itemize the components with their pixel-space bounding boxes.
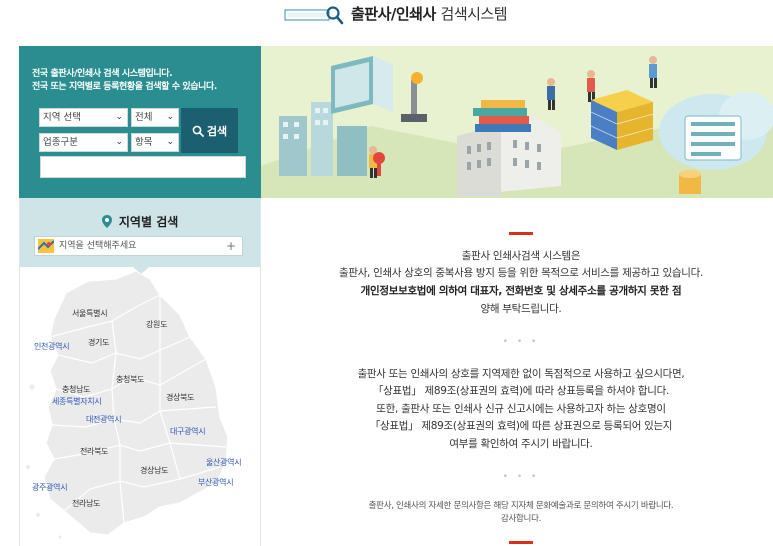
hero-illustration	[261, 46, 773, 198]
site-header: 출판사/인쇄사 검색시스템	[0, 0, 773, 46]
search-button[interactable]: 검색	[181, 108, 238, 153]
location-pin-icon	[101, 215, 112, 228]
notice-para2-line1: 출판사 또는 인쇄사의 상호를 지역제한 없이 독점적으로 사용하고 싶으시다면…	[357, 368, 685, 380]
map-label-chungnam[interactable]: 충청남도	[62, 384, 91, 395]
notice-para3-line2: 감사합니다.	[500, 514, 541, 524]
notice-para1-line1: 출판사 인쇄사검색 시스템은	[461, 250, 581, 262]
site-title: 출판사/인쇄사 검색시스템	[351, 3, 508, 24]
region-search-header: 지역별 검색 지역을 선택해주세요 +	[20, 198, 260, 267]
intro-line-2: 전국 또는 지역별로 등록현황을 검색할 수 있습니다.	[32, 82, 217, 92]
notice-accent-bar-top	[509, 232, 533, 235]
region-search-title-text: 지역별 검색	[118, 215, 179, 229]
field-select[interactable]: 항목 ⌄	[131, 133, 179, 152]
map-label-busan[interactable]: 부산광역시	[198, 477, 234, 488]
map-label-gangwon[interactable]: 강원도	[146, 319, 167, 330]
map-label-jeonbuk[interactable]: 전라북도	[80, 446, 109, 457]
map-label-gyeonggi[interactable]: 경기도	[88, 337, 109, 348]
map-label-jeonnam[interactable]: 전라남도	[72, 498, 101, 509]
city-books-illustration	[261, 46, 773, 198]
site-title-bold: 출판사/인쇄사	[351, 5, 436, 23]
chevron-down-icon: ⌄	[115, 137, 123, 147]
notice-para2-line3: 또한, 출판사 또는 인쇄사 신규 신고시에는 사용하고자 하는 상호명이	[376, 403, 666, 415]
notice-para1-line3: 개인정보보호법에 의하여 대표자, 전화번호 및 상세주소를 공개하지 못한 점	[286, 283, 756, 299]
region-select[interactable]: 지역 선택 ⌄	[39, 108, 128, 127]
business-type-select[interactable]: 업종구분 ⌄	[39, 133, 128, 152]
notice-para2-line2: 「상표법」 제89조(상표권의 효력)에 따라 상표등록을 하셔야 합니다.	[372, 385, 670, 397]
map-label-daegu[interactable]: 대구광역시	[170, 426, 206, 437]
notice-para1-line2: 출판사, 인쇄사 상호의 중복사용 방지 등을 위한 목적으로 서비스를 제공하…	[338, 267, 704, 279]
notice-para1-line3-bold: 개인정보보호법에 의하여 대표자, 전화번호 및 상세주소를 공개하지 못한 점	[360, 285, 682, 297]
business-type-select-value: 업종구분	[43, 137, 78, 148]
search-button-label: 검색	[206, 125, 228, 138]
region-search-panel: 지역별 검색 지역을 선택해주세요 + 서울특별시 강원도 인천광역시 경기도 …	[19, 198, 261, 546]
page: 출판사/인쇄사 검색시스템 전국 출판사/인쇄사 검색 시스템입니다. 전국 또…	[0, 0, 773, 546]
region-select-value: 지역 선택	[43, 112, 81, 123]
map-label-gyeongnam[interactable]: 경상남도	[140, 465, 169, 476]
map-label-gwangju[interactable]: 광주광역시	[32, 482, 68, 493]
chevron-down-icon: ⌄	[115, 112, 123, 122]
notice-accent-bar-bottom	[509, 541, 533, 544]
scope-select-value: 전체	[135, 112, 153, 123]
keyword-input[interactable]	[40, 156, 246, 178]
map-label-seoul[interactable]: 서울특별시	[72, 308, 108, 319]
region-dropdown-placeholder: 지역을 선택해주세요	[59, 241, 137, 251]
search-logo-icon	[284, 6, 344, 25]
map-label-chungbuk[interactable]: 충청북도	[116, 374, 145, 385]
notice-para1-line4: 양해 부탁드립니다.	[480, 303, 562, 315]
region-search-title: 지역별 검색	[20, 213, 260, 230]
map-icon	[38, 239, 54, 253]
map-label-sejong[interactable]: 세종특별자치시	[52, 396, 102, 407]
map-label-ulsan[interactable]: 울산광역시	[206, 457, 242, 468]
field-select-value: 항목	[135, 137, 153, 148]
divider-dots-1: • • •	[502, 337, 540, 347]
map-label-daejeon[interactable]: 대전광역시	[86, 414, 122, 425]
site-title-rest: 검색시스템	[440, 5, 508, 23]
search-intro: 전국 출판사/인쇄사 검색 시스템입니다. 전국 또는 지역별로 등록현황을 검…	[32, 68, 217, 94]
map-label-gyeongbuk[interactable]: 경상북도	[166, 392, 195, 403]
divider-dots-2: • • •	[502, 472, 540, 482]
notice-para2-line4: 「상표법」 제89조(상표권의 효력)에 따른 상표권으로 등록되어 있는지	[369, 420, 673, 432]
intro-line-1: 전국 출판사/인쇄사 검색 시스템입니다.	[32, 69, 173, 79]
notice-para2-line5: 여부를 확인하여 주시기 바랍니다.	[449, 438, 593, 450]
scope-select[interactable]: 전체 ⌄	[131, 108, 179, 127]
region-dropdown[interactable]: 지역을 선택해주세요 +	[34, 236, 243, 256]
plus-icon: +	[225, 239, 236, 253]
chevron-down-icon: ⌄	[166, 112, 174, 122]
chevron-down-icon: ⌄	[166, 137, 174, 147]
map-label-incheon[interactable]: 인천광역시	[34, 341, 70, 352]
search-icon	[192, 125, 204, 137]
notice-para3-line1: 출판사, 인쇄사의 자세한 문의사항은 해당 지자체 문화예술과로 문의하여 주…	[368, 501, 674, 511]
korea-map: 서울특별시 강원도 인천광역시 경기도 충청북도 충청남도 세종특별자치시 경상…	[20, 267, 260, 546]
